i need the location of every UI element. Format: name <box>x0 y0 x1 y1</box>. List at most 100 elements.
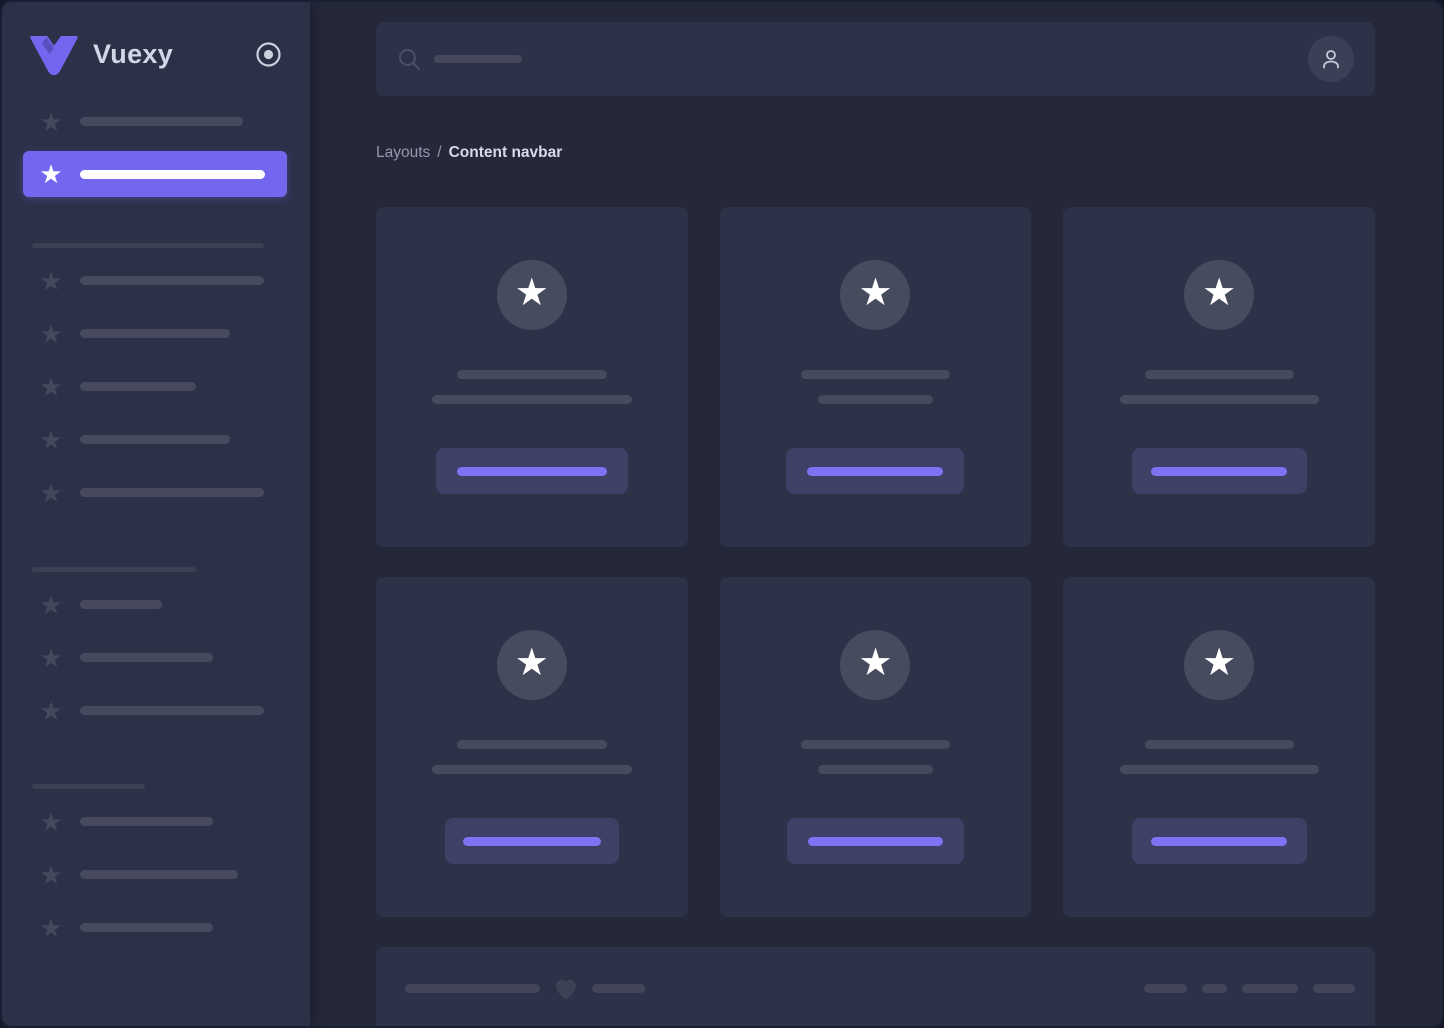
sidebar-menu-item[interactable]: ★ <box>0 578 310 631</box>
footer-meta-skeleton <box>1202 984 1227 993</box>
button-label-skeleton <box>807 467 943 476</box>
card-button-skeleton[interactable] <box>787 818 964 864</box>
card-subtitle-skeleton <box>432 765 632 774</box>
menu-label-skeleton <box>80 329 230 338</box>
star-icon: ★ <box>38 809 64 835</box>
app-title: Vuexy <box>93 39 173 70</box>
card-title-skeleton <box>801 740 950 749</box>
breadcrumb-separator: / <box>437 144 441 162</box>
star-icon: ★ <box>38 109 64 135</box>
star-icon: ★ <box>1202 274 1236 312</box>
menu-label-skeleton <box>80 382 196 391</box>
star-icon: ★ <box>38 374 64 400</box>
button-label-skeleton <box>1151 837 1287 846</box>
menu-label-skeleton <box>80 600 162 609</box>
sidebar: Vuexy ★ ★ ★ ★ ★ ★ ★ ★ ★ <box>0 0 310 1028</box>
card-title-skeleton <box>801 370 950 379</box>
demo-card: ★ <box>376 577 688 917</box>
star-icon: ★ <box>1202 644 1236 682</box>
star-badge: ★ <box>840 630 910 700</box>
sidebar-section-skeleton <box>32 243 264 248</box>
sidebar-menu-item[interactable]: ★ <box>0 307 310 360</box>
star-icon: ★ <box>858 644 892 682</box>
card-title-skeleton <box>457 740 607 749</box>
search-icon[interactable] <box>398 48 421 71</box>
menu-label-skeleton <box>80 488 264 497</box>
sidebar-menu-item[interactable]: ★ <box>0 848 310 901</box>
card-button-skeleton[interactable] <box>786 448 964 494</box>
star-icon: ★ <box>38 915 64 941</box>
sidebar-menu-item[interactable]: ★ <box>0 413 310 466</box>
breadcrumb-current: Content navbar <box>449 144 563 162</box>
footer-row <box>405 947 1355 1028</box>
card-button-skeleton[interactable] <box>436 448 628 494</box>
star-icon: ★ <box>38 862 64 888</box>
star-icon: ★ <box>38 645 64 671</box>
button-label-skeleton <box>463 837 601 846</box>
footer-text-skeleton <box>405 984 540 993</box>
star-badge: ★ <box>497 260 567 330</box>
card-button-skeleton[interactable] <box>1132 448 1307 494</box>
sidebar-menu-item[interactable]: ★ <box>0 360 310 413</box>
star-badge: ★ <box>497 630 567 700</box>
menu-label-skeleton <box>80 923 213 932</box>
star-icon: ★ <box>38 698 64 724</box>
sidebar-menu-item[interactable]: ★ <box>0 901 310 954</box>
card-subtitle-skeleton <box>1120 765 1319 774</box>
card-grid: ★ ★ ★ ★ ★ <box>376 207 1375 917</box>
footer-meta-skeleton <box>1144 984 1187 993</box>
star-icon: ★ <box>38 321 64 347</box>
sidebar-menu-item[interactable]: ★ <box>0 631 310 684</box>
sidebar-menu-item[interactable]: ★ <box>0 95 310 148</box>
sidebar-header: Vuexy <box>0 0 310 95</box>
button-label-skeleton <box>1151 467 1287 476</box>
star-icon: ★ <box>38 592 64 618</box>
footer-meta-skeleton <box>1242 984 1298 993</box>
sidebar-menu-item[interactable]: ★ <box>0 254 310 307</box>
breadcrumb-link-layouts[interactable]: Layouts <box>376 144 430 162</box>
menu-label-skeleton <box>80 706 264 715</box>
demo-card: ★ <box>1063 207 1375 547</box>
menu-label-skeleton <box>80 653 213 662</box>
sidebar-section-skeleton <box>32 784 145 789</box>
sidebar-menu-item[interactable]: ★ <box>0 684 310 737</box>
demo-card: ★ <box>720 207 1032 547</box>
star-icon: ★ <box>858 274 892 312</box>
sidebar-menu-item[interactable]: ★ <box>0 795 310 848</box>
heart-icon[interactable] <box>553 975 579 1002</box>
star-icon: ★ <box>38 161 64 187</box>
sidebar-section-skeleton <box>32 567 196 572</box>
star-badge: ★ <box>1184 630 1254 700</box>
breadcrumb: Layouts / Content navbar <box>376 142 1375 164</box>
search-placeholder-skeleton[interactable] <box>434 55 522 63</box>
sidebar-menu-item[interactable]: ★ <box>0 466 310 519</box>
search-navbar <box>376 22 1375 96</box>
card-subtitle-skeleton <box>1120 395 1319 404</box>
menu-pin-toggle[interactable] <box>255 41 282 68</box>
button-label-skeleton <box>808 837 943 846</box>
menu-label-skeleton <box>80 435 230 444</box>
card-title-skeleton <box>1145 370 1294 379</box>
star-badge: ★ <box>840 260 910 330</box>
menu-label-skeleton <box>80 276 264 285</box>
user-avatar-button[interactable] <box>1308 36 1354 82</box>
star-icon: ★ <box>38 268 64 294</box>
menu-label-skeleton <box>80 170 265 179</box>
card-title-skeleton <box>457 370 607 379</box>
main-content: Layouts / Content navbar ★ ★ ★ <box>310 0 1444 1028</box>
footer-meta-skeleton <box>1313 984 1355 993</box>
sidebar-menu-item-active[interactable]: ★ <box>23 151 287 197</box>
demo-card: ★ <box>1063 577 1375 917</box>
star-icon: ★ <box>38 427 64 453</box>
card-button-skeleton[interactable] <box>1132 818 1307 864</box>
star-icon: ★ <box>515 644 549 682</box>
footer-card <box>376 947 1375 1028</box>
button-label-skeleton <box>457 467 607 476</box>
card-button-skeleton[interactable] <box>445 818 619 864</box>
star-badge: ★ <box>1184 260 1254 330</box>
demo-card: ★ <box>720 577 1032 917</box>
footer-meta-group <box>1144 984 1355 993</box>
card-title-skeleton <box>1145 740 1294 749</box>
menu-label-skeleton <box>80 817 213 826</box>
card-subtitle-skeleton <box>818 395 933 404</box>
